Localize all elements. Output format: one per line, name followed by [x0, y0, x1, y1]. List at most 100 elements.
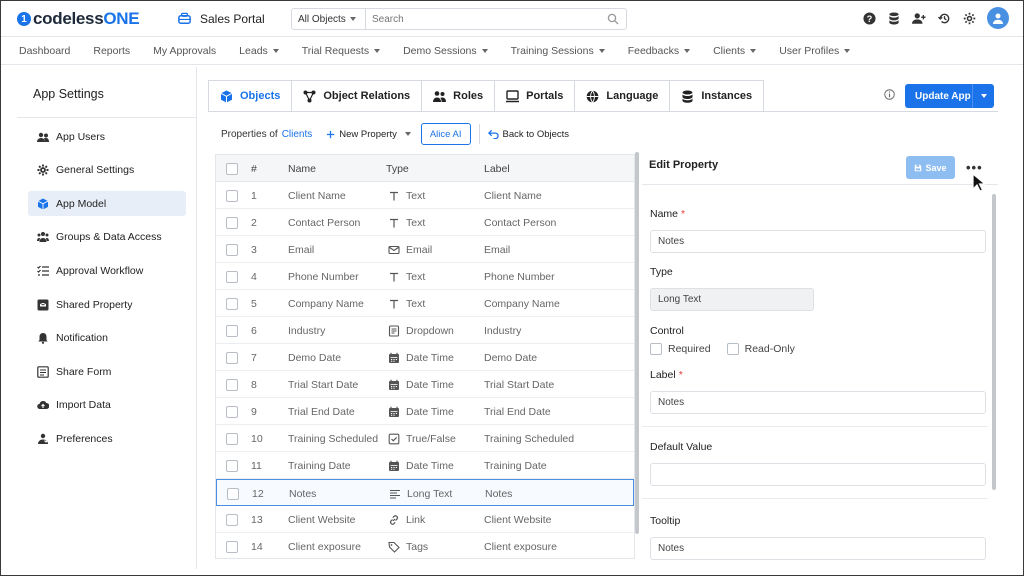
default-value-input[interactable]: [650, 463, 986, 486]
tab-instances[interactable]: Instances: [670, 80, 765, 112]
alice-ai-button[interactable]: Alice AI: [420, 123, 471, 145]
nav-item-reports[interactable]: Reports: [93, 45, 130, 57]
panel-scrollbar[interactable]: [992, 194, 996, 490]
row-checkbox[interactable]: [226, 506, 238, 533]
sidebar-item-import-data[interactable]: Import Data: [28, 393, 186, 418]
row-checkbox[interactable]: [226, 344, 238, 371]
update-app-button[interactable]: Update App: [905, 84, 994, 108]
select-all-checkbox[interactable]: [226, 155, 238, 182]
property-type: Long Text: [389, 480, 452, 507]
label-input[interactable]: Notes: [650, 391, 986, 414]
search-input[interactable]: [366, 9, 600, 29]
required-checkbox[interactable]: [650, 343, 662, 355]
app-switcher[interactable]: Sales Portal: [177, 11, 265, 26]
tab-portals[interactable]: Portals: [495, 80, 576, 112]
form-icon: [37, 365, 49, 378]
sidebar-item-preferences[interactable]: Preferences: [28, 426, 186, 451]
logo[interactable]: 1 codelessONE: [17, 9, 140, 29]
column-header-label[interactable]: Label: [484, 155, 510, 182]
table-row[interactable]: 6 Industry Dropdown Industry: [216, 317, 634, 344]
sidebar-item-approval-workflow[interactable]: Approval Workflow: [28, 258, 186, 283]
row-checkbox[interactable]: [226, 533, 238, 558]
table-row[interactable]: 7 Demo Date Date Time Demo Date: [216, 344, 634, 371]
row-checkbox[interactable]: [226, 290, 238, 317]
nav-item-dashboard[interactable]: Dashboard: [19, 45, 70, 57]
table-scrollbar[interactable]: [635, 152, 639, 534]
row-checkbox[interactable]: [226, 371, 238, 398]
back-to-objects-link[interactable]: Back to Objects: [487, 129, 569, 140]
search-icon[interactable]: [600, 9, 626, 29]
row-checkbox[interactable]: [227, 480, 239, 507]
nav-item-demo-sessions[interactable]: Demo Sessions: [403, 45, 488, 57]
property-type: Date Time: [388, 371, 454, 398]
tab-label: Portals: [526, 90, 564, 102]
add-user-icon[interactable]: [912, 11, 926, 25]
globe-icon: [587, 89, 599, 103]
property-type-label: Dropdown: [406, 324, 454, 337]
sidebar-item-groups-data-access[interactable]: Groups & Data Access: [28, 225, 186, 250]
sidebar-item-app-model[interactable]: App Model: [28, 191, 186, 217]
search-scope-select[interactable]: All Objects: [292, 9, 366, 29]
tab-object-relations[interactable]: Object Relations: [292, 80, 423, 112]
tab-objects[interactable]: Objects: [208, 80, 293, 112]
database-icon[interactable]: [887, 11, 901, 25]
table-row[interactable]: 11 Training Date Date Time Training Date: [216, 452, 634, 479]
tooltip-input[interactable]: Notes: [650, 537, 986, 560]
table-row[interactable]: 14 Client exposure Tags Client exposure: [216, 533, 634, 558]
nav-item-training-sessions[interactable]: Training Sessions: [511, 45, 605, 57]
table-row[interactable]: 13 Client Website Link Client Website: [216, 506, 634, 533]
save-button[interactable]: Save: [906, 156, 955, 179]
avatar[interactable]: [987, 7, 1009, 29]
column-header-name[interactable]: Name: [288, 155, 316, 182]
sidebar-item-general-settings[interactable]: General Settings: [28, 158, 186, 183]
row-checkbox[interactable]: [226, 236, 238, 263]
table-row[interactable]: 1 Client Name Text Client Name: [216, 182, 634, 209]
nav-item-my-approvals[interactable]: My Approvals: [153, 45, 216, 57]
column-header-type[interactable]: Type: [386, 155, 409, 182]
table-row[interactable]: 10 Training Scheduled True/False Training S…: [216, 425, 634, 452]
row-checkbox[interactable]: [226, 209, 238, 236]
row-checkbox[interactable]: [226, 317, 238, 344]
property-type-label: Text: [406, 270, 426, 283]
table-row[interactable]: 5 Company Name Text Company Name: [216, 290, 634, 317]
tab-language[interactable]: Language: [575, 80, 671, 112]
help-icon[interactable]: ?: [862, 11, 876, 25]
row-checkbox[interactable]: [226, 452, 238, 479]
type-field: Long Text: [650, 288, 814, 311]
nav-item-leads[interactable]: Leads: [239, 45, 279, 57]
nav-item-label: Reports: [93, 44, 131, 57]
update-app-dropdown[interactable]: [972, 84, 994, 108]
tab-roles[interactable]: Roles: [422, 80, 496, 112]
nav-item-trial-requests[interactable]: Trial Requests: [301, 44, 381, 57]
sidebar-item-notification[interactable]: Notification: [28, 326, 186, 351]
history-icon[interactable]: [937, 11, 951, 25]
nav-item-feedbacks[interactable]: Feedbacks: [628, 45, 691, 57]
portal-icon: [506, 89, 520, 102]
sidebar-item-shared-property[interactable]: Shared Property: [28, 292, 186, 317]
nav-item-label: Trial Requests: [301, 44, 370, 57]
row-checkbox[interactable]: [226, 398, 238, 425]
search-scope-value: All Objects: [298, 13, 346, 25]
sidebar-item-share-form[interactable]: Share Form: [28, 359, 186, 384]
property-label: Company Name: [484, 297, 560, 310]
property-name: Client Name: [288, 189, 346, 202]
new-property-button[interactable]: New Property: [326, 129, 411, 140]
nav-item-user-profiles[interactable]: User Profiles: [779, 45, 851, 57]
table-row[interactable]: 8 Trial Start Date Date Time Trial Start Da…: [216, 371, 634, 398]
row-checkbox[interactable]: [226, 425, 238, 452]
column-header-number: #: [251, 162, 257, 175]
table-row[interactable]: 9 Trial End Date Date Time Trial End Date: [216, 398, 634, 425]
gear-icon[interactable]: [962, 11, 976, 25]
table-row[interactable]: 3 Email Email Email: [216, 236, 634, 263]
table-row[interactable]: 12 Notes Long Text Notes: [216, 479, 634, 506]
nav-item-clients[interactable]: Clients: [713, 45, 757, 57]
row-checkbox[interactable]: [226, 263, 238, 290]
table-row[interactable]: 4 Phone Number Text Phone Number: [216, 263, 634, 290]
object-name-link[interactable]: Clients: [282, 129, 313, 140]
read-only-checkbox[interactable]: [726, 343, 739, 355]
table-row[interactable]: 2 Contact Person Text Contact Person: [216, 209, 634, 236]
name-input[interactable]: Notes: [650, 230, 986, 253]
info-icon[interactable]: [884, 89, 895, 103]
row-checkbox[interactable]: [226, 182, 238, 209]
sidebar-item-app-users[interactable]: App Users: [28, 124, 186, 149]
